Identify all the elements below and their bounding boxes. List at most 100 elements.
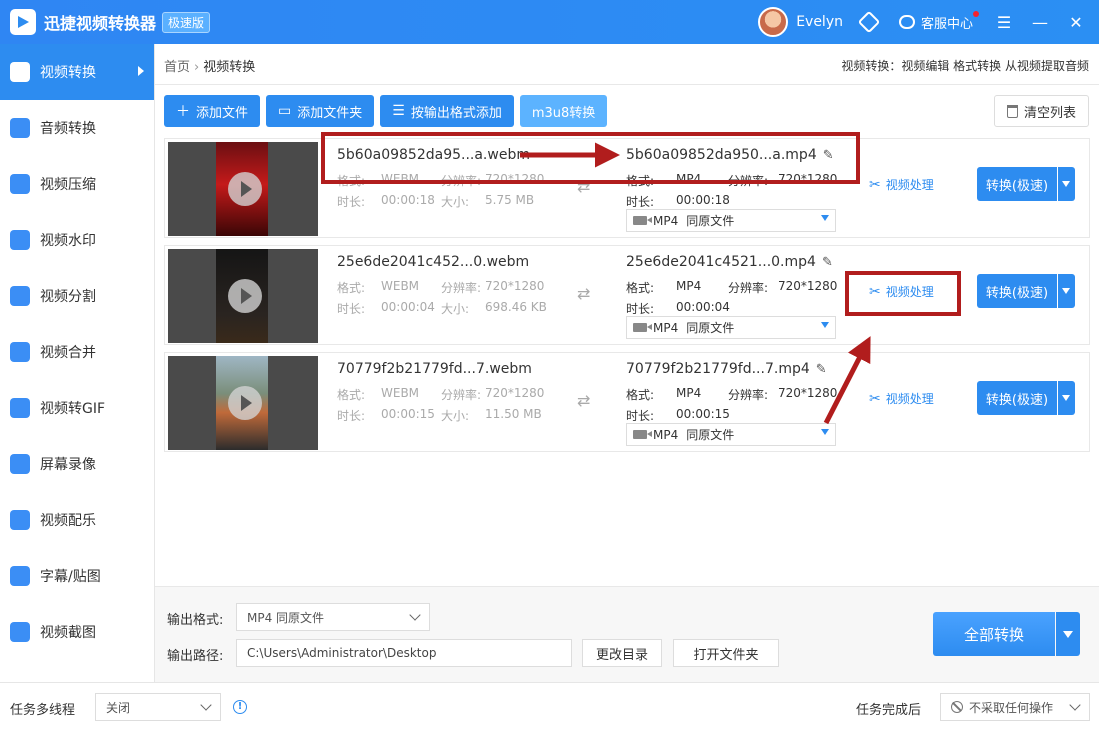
video-thumbnail[interactable]: [168, 142, 318, 236]
output-duration: 00:00:04: [676, 300, 730, 314]
video-process-label: 视频处理: [885, 392, 934, 406]
menu-icon[interactable]: ☰: [989, 13, 1019, 32]
video-compress-icon: [10, 174, 30, 194]
chevron-down-icon: [200, 699, 212, 711]
avatar[interactable]: [758, 7, 789, 37]
chevron-right-icon: [138, 66, 144, 76]
after-task-dropdown[interactable]: 不采取任何操作: [940, 693, 1090, 721]
sidebar-item-audio-convert[interactable]: 音频转换: [0, 100, 154, 156]
output-format-label: 格式:: [626, 281, 655, 295]
m3u8-convert-button[interactable]: m3u8转换: [519, 95, 608, 127]
sidebar-item-video-split[interactable]: 视频分割: [0, 268, 154, 324]
convert-all-dropdown-button[interactable]: [1056, 612, 1080, 656]
dropdown-arrow-icon: [821, 322, 829, 328]
dropdown-arrow-icon: [821, 429, 829, 435]
output-file-name[interactable]: 25e6de2041c4521...0.mp4 ✎: [626, 254, 833, 270]
play-icon[interactable]: [228, 386, 262, 420]
sidebar-item-video-music[interactable]: 视频配乐: [0, 492, 154, 548]
convert-dropdown-button[interactable]: [1058, 167, 1075, 201]
output-panel: 输出格式: MP4 同原文件 输出路径: C:\Users\Administra…: [155, 586, 1099, 682]
chevron-down-icon: [409, 609, 421, 621]
annotation-highlight-box: [845, 271, 961, 316]
sidebar-item-video-compress[interactable]: 视频压缩: [0, 156, 154, 212]
add-folder-button[interactable]: ▭ 添加文件夹: [266, 95, 375, 127]
video-process-button[interactable]: ✂ 视频处理: [869, 176, 934, 193]
video-thumbnail[interactable]: [168, 356, 318, 450]
customer-service-link[interactable]: 客服中心: [921, 10, 980, 32]
video-thumbnail[interactable]: [168, 249, 318, 343]
add-by-format-label: 按输出格式添加: [410, 105, 502, 121]
source-format: WEBM: [381, 279, 420, 293]
video-merge-icon: [10, 342, 30, 362]
change-directory-button[interactable]: 更改目录: [582, 639, 662, 667]
output-duration: 00:00:18: [676, 193, 730, 207]
subtitle-sticker-icon: [10, 566, 30, 586]
output-format-select[interactable]: MP4 同原文件: [626, 209, 836, 232]
sidebar-item-video-screenshot[interactable]: 视频截图: [0, 604, 154, 660]
source-resolution: 720*1280: [485, 386, 545, 400]
convert-button-group: 转换(极速): [977, 381, 1075, 415]
close-button[interactable]: ✕: [1061, 13, 1091, 32]
scissors-icon: ✂: [869, 176, 881, 193]
output-resolution-select-value: 同原文件: [686, 214, 735, 228]
output-resolution-select-value: 同原文件: [686, 428, 735, 442]
info-icon[interactable]: !: [233, 700, 247, 714]
vip-icon[interactable]: [857, 10, 881, 34]
sidebar-item-subtitle-sticker[interactable]: 字幕/贴图: [0, 548, 154, 604]
sidebar-item-video-gif[interactable]: 视频转GIF: [0, 380, 154, 436]
video-process-button[interactable]: ✂ 视频处理: [869, 390, 934, 407]
output-duration: 00:00:15: [676, 407, 730, 421]
convert-dropdown-button[interactable]: [1058, 381, 1075, 415]
source-duration-label: 时长:: [337, 195, 366, 209]
sidebar-item-label: 屏幕录像: [40, 457, 96, 473]
clear-list-button[interactable]: 清空列表: [993, 95, 1089, 127]
breadcrumb-home[interactable]: 首页: [164, 60, 190, 75]
convert-button[interactable]: 转换(极速): [977, 167, 1057, 201]
audio-convert-icon: [10, 118, 30, 138]
after-task-label: 任务完成后: [856, 703, 922, 718]
output-format-select[interactable]: MP4 同原文件: [626, 316, 836, 339]
output-resolution: 720*1280: [778, 386, 838, 400]
breadcrumb-current: 视频转换: [203, 60, 256, 75]
output-file-name-text: 70779f2b21779fd...7.mp4: [626, 361, 810, 377]
customer-service-icon[interactable]: [898, 15, 915, 29]
sidebar-item-video-watermark[interactable]: 视频水印: [0, 212, 154, 268]
convert-dropdown-button[interactable]: [1058, 274, 1075, 308]
source-size-label: 大小:: [441, 409, 470, 423]
file-row[interactable]: 70779f2b21779fd...7.webm 格式: WEBM 分辨率: 7…: [164, 352, 1090, 452]
source-duration: 00:00:15: [381, 407, 435, 421]
output-format-dropdown[interactable]: MP4 同原文件: [236, 603, 430, 631]
add-by-format-button[interactable]: ☰ 按输出格式添加: [380, 95, 514, 127]
output-path-field[interactable]: C:\Users\Administrator\Desktop: [236, 639, 572, 667]
header-links[interactable]: 视频转换：视频编辑 格式转换 从视频提取音频: [841, 57, 1089, 74]
play-icon[interactable]: [228, 279, 262, 313]
source-duration: 00:00:04: [381, 300, 435, 314]
sidebar-item-video-convert[interactable]: 视频转换: [0, 44, 154, 100]
multithread-label: 任务多线程: [10, 703, 76, 718]
user-name[interactable]: Evelyn: [796, 14, 843, 30]
list-icon: ☰: [392, 103, 405, 119]
multithread-dropdown[interactable]: 关闭: [95, 693, 221, 721]
open-folder-button[interactable]: 打开文件夹: [673, 639, 779, 667]
video-camera-icon: [633, 323, 652, 332]
convert-button[interactable]: 转换(极速): [977, 274, 1057, 308]
edit-pencil-icon[interactable]: ✎: [822, 255, 833, 270]
sidebar-item-video-merge[interactable]: 视频合并: [0, 324, 154, 380]
convert-button[interactable]: 转换(极速): [977, 381, 1057, 415]
sidebar-item-screen-record[interactable]: 屏幕录像: [0, 436, 154, 492]
sidebar-item-label: 视频转换: [40, 65, 96, 81]
convert-all-button[interactable]: 全部转换: [933, 612, 1055, 656]
output-file-name[interactable]: 70779f2b21779fd...7.mp4 ✎: [626, 361, 827, 377]
add-file-button[interactable]: ＋ 添加文件: [164, 95, 261, 127]
output-format-select[interactable]: MP4 同原文件: [626, 423, 836, 446]
convert-button-group: 转换(极速): [977, 274, 1075, 308]
shuffle-icon: ⇄: [577, 284, 591, 303]
edit-pencil-icon[interactable]: ✎: [816, 362, 827, 377]
output-duration-label: 时长:: [626, 195, 655, 209]
minimize-button[interactable]: —: [1025, 13, 1055, 32]
output-resolution-label: 分辨率:: [728, 281, 769, 295]
convert-all-button-group: 全部转换: [933, 612, 1080, 656]
play-icon[interactable]: [228, 172, 262, 206]
video-split-icon: [10, 286, 30, 306]
source-resolution-label: 分辨率:: [441, 281, 482, 295]
